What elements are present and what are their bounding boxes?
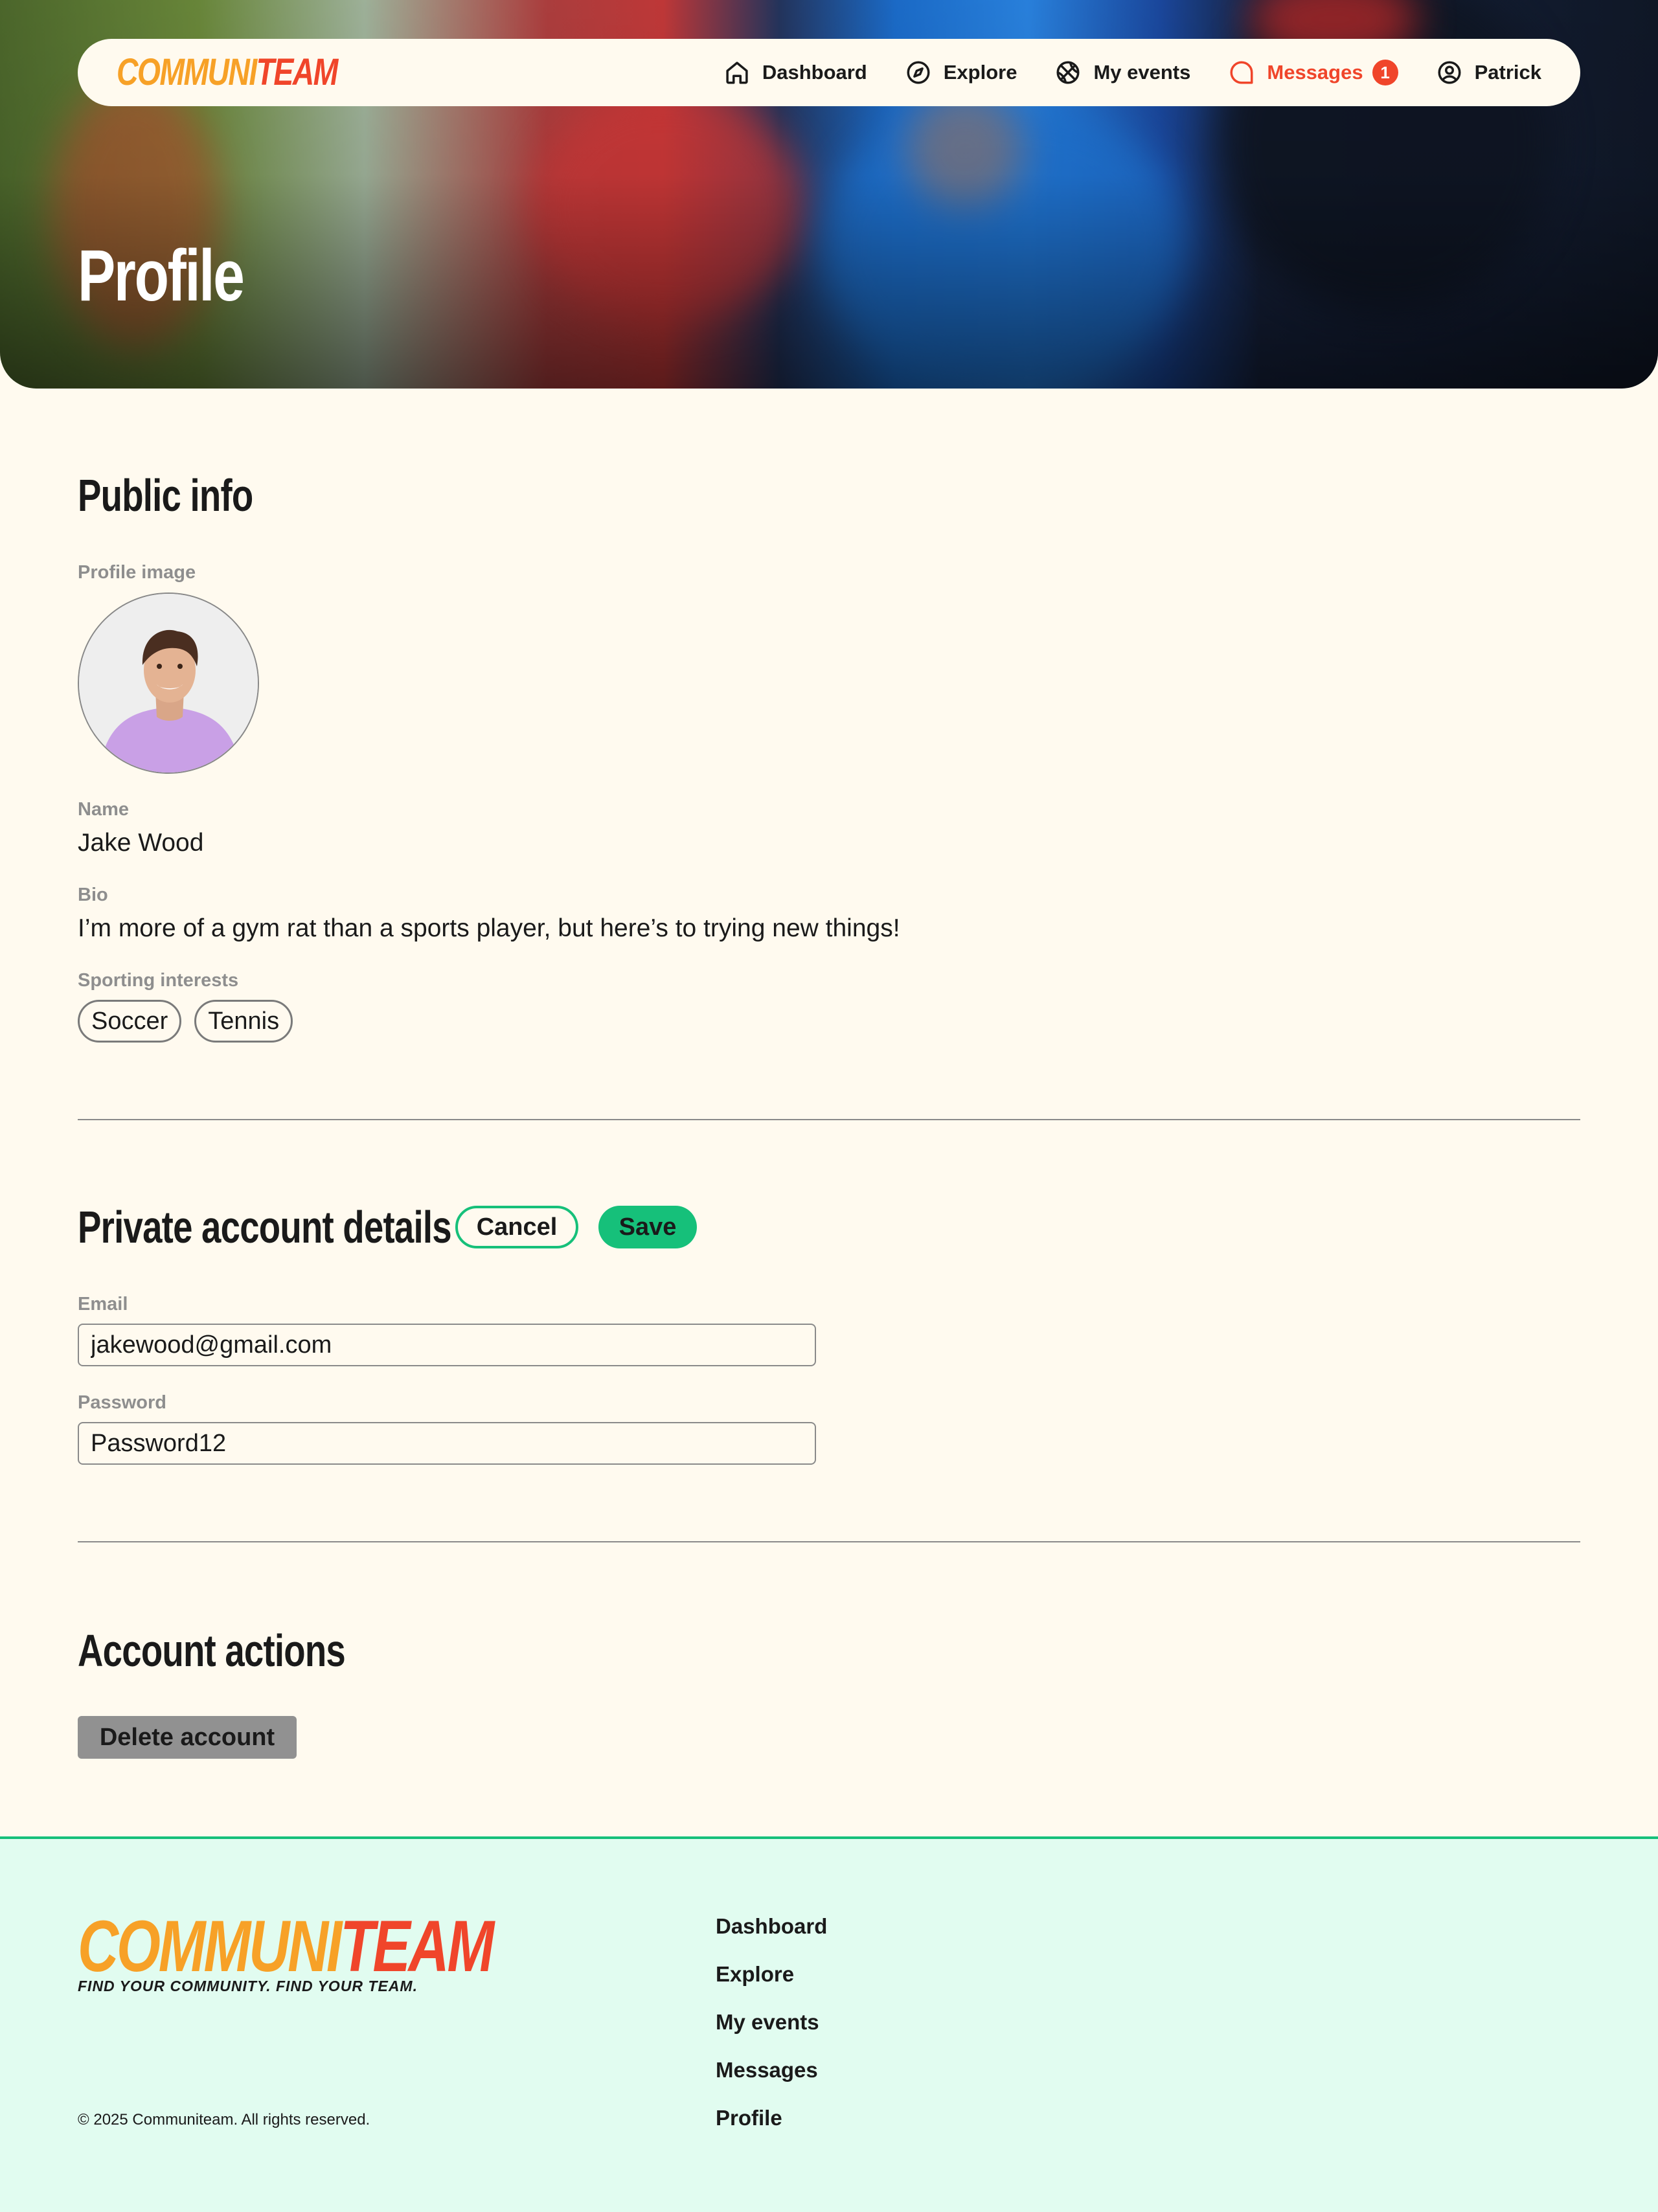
nav-item-my-events[interactable]: My events [1054,59,1190,86]
copyright: © 2025 Communiteam. All rights reserved. [78,2111,370,2128]
nav-item-explore[interactable]: Explore [905,59,1017,86]
top-navbar: COMMUNITEAM Dashboard Explore My events … [78,39,1580,106]
nav-item-dashboard[interactable]: Dashboard [723,59,867,86]
page-title: Profile [78,235,245,316]
public-info-heading: Public info [78,470,253,521]
ball-icon [1056,61,1080,84]
cancel-button[interactable]: Cancel [455,1206,578,1248]
footer: COMMUNITEAM FIND YOUR COMMUNITY. FIND YO… [0,1836,1658,2212]
unread-badge: 1 [1372,60,1398,85]
delete-account-button[interactable]: Delete account [78,1716,297,1759]
bio-value: I’m more of a gym rat than a sports play… [78,914,900,942]
brand-logo[interactable]: COMMUNITEAM [117,51,339,93]
footer-link-dashboard[interactable]: Dashboard [716,1915,827,1937]
interests-list: Soccer Tennis [78,1000,293,1043]
footer-nav: Dashboard Explore My events Messages Pro… [716,1915,827,2129]
nav-label-dashboard: Dashboard [762,61,867,84]
footer-link-my-events[interactable]: My events [716,2011,827,2033]
nav-label-explore: Explore [943,61,1017,84]
name-value: Jake Wood [78,829,204,857]
password-label: Password [78,1392,166,1413]
account-actions-heading: Account actions [78,1625,346,1676]
avatar[interactable] [78,592,259,774]
interests-label: Sporting interests [78,970,239,991]
nav-item-messages[interactable]: Messages 1 [1228,59,1398,86]
footer-link-profile[interactable]: Profile [716,2107,827,2129]
footer-logo-part-2: TEAM [340,1906,494,1987]
profile-image-label: Profile image [78,562,196,583]
footer-link-messages[interactable]: Messages [716,2059,827,2081]
home-icon [726,62,748,84]
password-field[interactable] [78,1422,816,1465]
footer-tagline: FIND YOUR COMMUNITY. FIND YOUR TEAM. [78,1978,418,1994]
email-label: Email [78,1294,128,1315]
nav-label-user: Patrick [1474,61,1541,84]
compass-icon [907,61,930,84]
save-button[interactable]: Save [598,1206,697,1248]
logo-part-1: COMMUNI [117,51,257,93]
section-divider [78,1119,1580,1120]
bio-label: Bio [78,885,108,905]
name-label: Name [78,799,129,820]
interest-chip: Tennis [194,1000,293,1043]
nav-item-user[interactable]: Patrick [1436,59,1541,86]
nav-menu: Dashboard Explore My events Messages 1 P… [723,59,1541,86]
chat-bubble-icon [1230,61,1253,84]
avatar-portrait [79,594,258,773]
footer-logo-part-1: COMMUNI [78,1906,342,1987]
logo-part-2: TEAM [256,51,339,93]
section-divider [78,1541,1580,1542]
nav-label-messages: Messages [1267,61,1363,84]
nav-label-my-events: My events [1093,61,1191,84]
email-field[interactable] [78,1324,816,1366]
footer-logo[interactable]: COMMUNITEAM [78,1910,494,1983]
user-circle-icon [1438,61,1461,84]
private-details-heading: Private account details [78,1202,452,1252]
footer-link-explore[interactable]: Explore [716,1963,827,1985]
interest-chip: Soccer [78,1000,182,1043]
